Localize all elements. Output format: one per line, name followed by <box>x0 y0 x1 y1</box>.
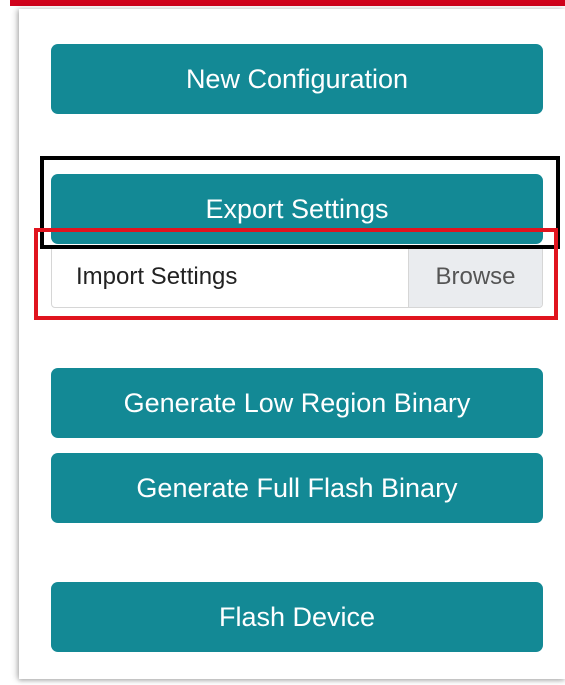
flash-device-button[interactable]: Flash Device <box>51 582 543 652</box>
top-accent-bar <box>10 0 565 6</box>
top-bar <box>0 0 565 9</box>
browse-button[interactable]: Browse <box>408 247 542 307</box>
export-settings-button[interactable]: Export Settings <box>51 174 543 244</box>
new-configuration-button[interactable]: New Configuration <box>51 44 543 114</box>
generate-low-region-binary-button[interactable]: Generate Low Region Binary <box>51 368 543 438</box>
generate-full-flash-binary-button[interactable]: Generate Full Flash Binary <box>51 453 543 523</box>
page: New Configuration Export Settings Import… <box>0 0 565 685</box>
import-settings-file-input[interactable]: Import Settings Browse <box>51 246 543 308</box>
import-settings-label[interactable]: Import Settings <box>52 247 408 307</box>
